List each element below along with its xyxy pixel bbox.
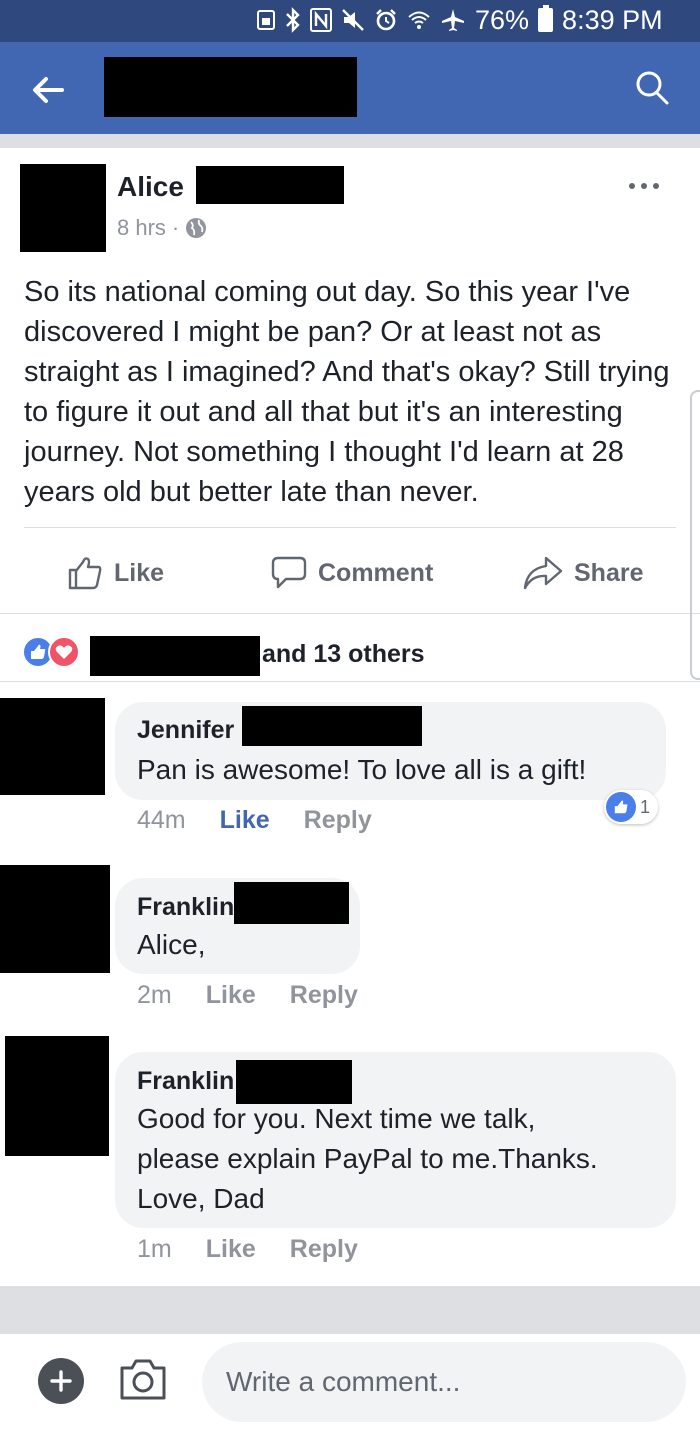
redacted-surname bbox=[234, 882, 349, 924]
status-bar: 76% 8:39 PM bbox=[0, 0, 700, 42]
post-actions: Like Comment Share bbox=[0, 548, 700, 594]
globe-icon bbox=[186, 218, 207, 238]
avatar[interactable] bbox=[0, 698, 105, 795]
more-dots-icon bbox=[629, 183, 659, 189]
divider bbox=[0, 681, 700, 682]
avatar[interactable] bbox=[20, 164, 106, 252]
arrow-left-icon bbox=[33, 77, 64, 103]
reaction-summary[interactable]: and 13 others bbox=[262, 640, 425, 669]
camera-button[interactable] bbox=[118, 1356, 168, 1402]
commenter-name[interactable]: Jennifer bbox=[137, 716, 234, 745]
divider bbox=[0, 613, 700, 614]
comment-button[interactable]: Comment bbox=[270, 554, 433, 592]
search-button[interactable] bbox=[630, 66, 674, 110]
comment-input[interactable] bbox=[202, 1342, 686, 1422]
section-divider bbox=[0, 134, 700, 148]
like-reaction-icon bbox=[606, 792, 636, 822]
speech-bubble-icon bbox=[271, 556, 307, 589]
comment-text-line: Good for you. Next time we talk, bbox=[137, 1103, 536, 1134]
love-reaction-icon bbox=[48, 636, 80, 668]
plus-icon bbox=[50, 1370, 72, 1392]
more-options-button[interactable] bbox=[624, 174, 664, 198]
comment-reply-button[interactable]: Reply bbox=[290, 981, 358, 1010]
comment-like-button[interactable]: Like bbox=[220, 806, 270, 835]
search-icon bbox=[636, 71, 669, 105]
comment-time: 44m bbox=[137, 806, 186, 834]
reaction-icons[interactable] bbox=[22, 636, 80, 668]
back-button[interactable] bbox=[28, 70, 68, 110]
comment-reply-button[interactable]: Reply bbox=[304, 806, 372, 835]
comment-composer bbox=[0, 1334, 700, 1433]
status-icons: 76% 8:39 PM bbox=[256, 5, 663, 35]
meta-separator: · bbox=[171, 215, 180, 240]
comment-text-line: please explain PayPal to me.Thanks. bbox=[137, 1143, 598, 1174]
wifi-icon bbox=[407, 8, 431, 32]
comment-text: Pan is awesome! To love all is a gift! bbox=[137, 754, 587, 785]
comment-meta: 2m Like Reply bbox=[137, 981, 358, 1010]
comment-like-button[interactable]: Like bbox=[206, 1235, 256, 1264]
post-author[interactable]: Alice bbox=[117, 171, 184, 203]
redacted-surname bbox=[236, 1060, 352, 1104]
app-bar bbox=[0, 42, 700, 134]
battery-percent: 76% bbox=[475, 4, 530, 35]
post-body: So its national coming out day. So this … bbox=[24, 276, 670, 508]
redacted-reactor-names bbox=[90, 636, 260, 676]
comment-like-button[interactable]: Like bbox=[206, 981, 256, 1010]
redacted-surname bbox=[242, 706, 422, 746]
avatar[interactable] bbox=[0, 865, 110, 973]
like-count-value: 1 bbox=[640, 796, 651, 817]
comment-meta: 1m Like Reply bbox=[137, 1235, 358, 1264]
commenter-name[interactable]: Franklin bbox=[137, 1067, 234, 1096]
battery-icon bbox=[538, 5, 554, 32]
airplane-icon bbox=[440, 7, 466, 33]
post-meta: 8 hrs · bbox=[117, 215, 207, 241]
comment-text: Alice, bbox=[137, 929, 206, 960]
section-divider bbox=[0, 1286, 700, 1334]
comment-reply-button[interactable]: Reply bbox=[290, 1235, 358, 1264]
thumbs-up-icon bbox=[68, 557, 102, 590]
commenter-name[interactable]: Franklin bbox=[137, 893, 234, 922]
clock: 8:39 PM bbox=[562, 4, 663, 35]
comment-label: Comment bbox=[318, 558, 434, 587]
share-label: Share bbox=[574, 558, 644, 587]
scroll-handle[interactable] bbox=[690, 390, 700, 680]
divider bbox=[24, 527, 676, 528]
add-attachment-button[interactable] bbox=[38, 1358, 84, 1404]
share-arrow-icon bbox=[523, 556, 563, 590]
avatar[interactable] bbox=[5, 1036, 109, 1156]
comment-meta: 44m Like Reply bbox=[137, 806, 372, 835]
like-label: Like bbox=[114, 558, 165, 587]
camera-icon bbox=[120, 1359, 166, 1400]
sim-icon bbox=[256, 9, 276, 31]
comment-like-count[interactable]: 1 bbox=[604, 790, 659, 824]
redacted-surname bbox=[196, 166, 344, 204]
comment-text-line: Love, Dad bbox=[137, 1183, 265, 1214]
bluetooth-icon bbox=[285, 7, 301, 33]
mute-icon bbox=[341, 8, 365, 32]
share-button[interactable]: Share bbox=[522, 554, 643, 592]
comment-time: 1m bbox=[137, 1235, 172, 1263]
redacted-title bbox=[104, 57, 357, 117]
comment-time: 2m bbox=[137, 981, 172, 1009]
nfc-icon bbox=[310, 8, 332, 32]
like-button[interactable]: Like bbox=[66, 554, 164, 592]
alarm-icon bbox=[374, 8, 398, 32]
post-time[interactable]: 8 hrs bbox=[117, 215, 166, 241]
